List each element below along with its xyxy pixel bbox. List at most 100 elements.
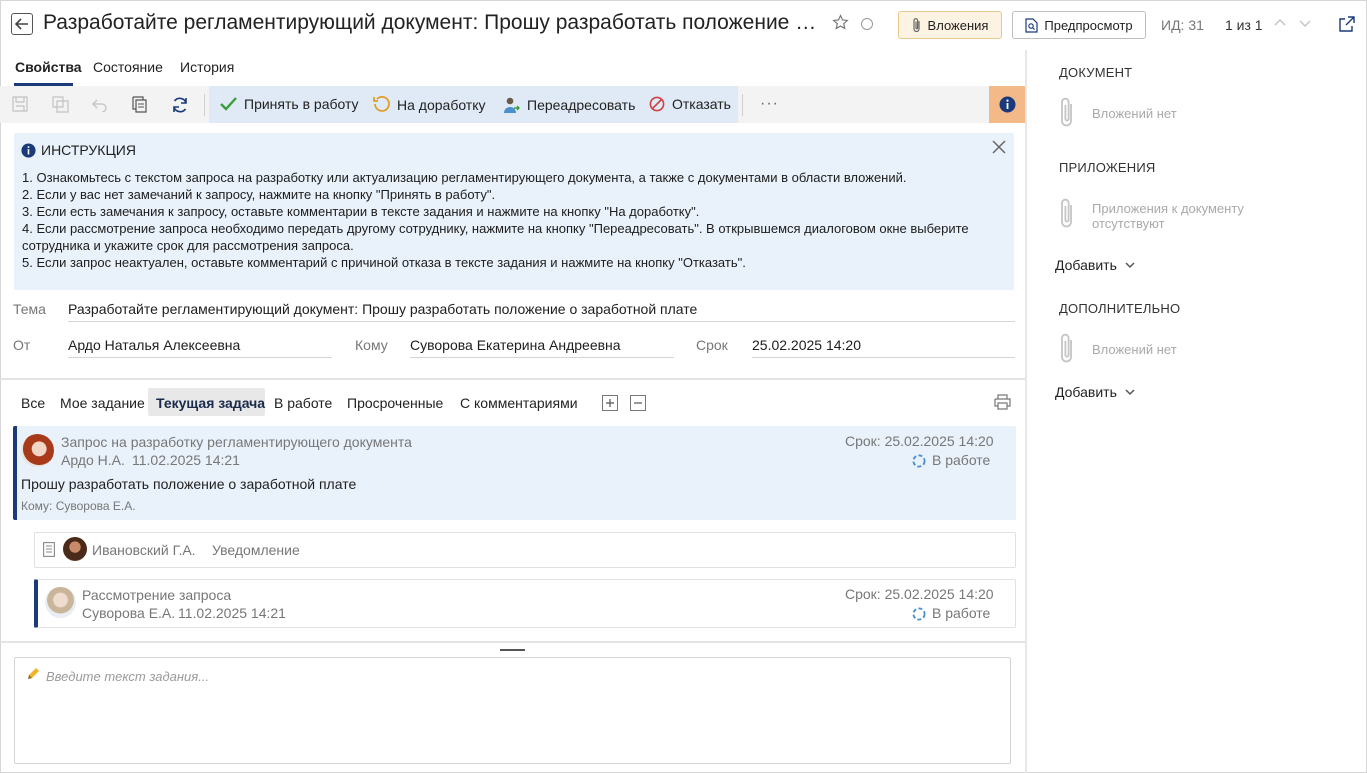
instruction-line: 2. Если у вас нет замечаний к запросу, н… [22,187,496,202]
add-attachment-button[interactable]: Добавить [1055,257,1135,273]
section-divider [0,378,1025,380]
copy-icon[interactable] [132,96,148,113]
instruction-title: ИНСТРУКЦИЯ [41,142,136,158]
document-icon [43,542,55,557]
from-label: От [13,337,31,353]
instruction-line: 1. Ознакомьтесь с текстом запроса на раз… [22,170,907,185]
deadline-label: Срок [696,337,728,353]
task-status: В работе [932,452,991,468]
from-field[interactable]: Ардо Наталья Алексеевна [68,337,332,358]
paperclip-icon [1061,198,1072,228]
tab-state[interactable]: Состояние [93,59,163,75]
instruction-panel: ИНСТРУКЦИЯ 1. Ознакомьтесь с текстом зап… [14,133,1014,290]
info-icon [999,96,1015,113]
tab-properties[interactable]: Свойства [15,59,82,75]
save-icon[interactable] [12,96,28,112]
attachments-empty-text: Приложения к документу отсутствуют [1092,201,1244,231]
task-text: Прошу разработать положение о заработной… [21,476,357,492]
chevron-down-icon[interactable] [1299,17,1311,29]
preview-button[interactable]: Предпросмотр [1012,11,1146,39]
chevron-down-icon [1125,261,1135,268]
filter-in-progress[interactable]: В работе [274,395,332,411]
document-section-title: ДОКУМЕНТ [1059,65,1133,80]
in-progress-icon [912,607,926,621]
deadline-field[interactable]: 25.02.2025 14:20 [752,337,1015,358]
instruction-body: 1. Ознакомьтесь с текстом запроса на раз… [22,169,982,271]
task-text-placeholder: Введите текст задания... [46,669,210,684]
document-empty-text: Вложений нет [1092,106,1177,121]
filter-overdue[interactable]: Просроченные [347,395,443,411]
reject-button[interactable]: Отказать [649,96,731,112]
attachments-label: Вложения [927,17,989,33]
avatar [21,434,54,467]
close-icon[interactable] [992,140,1006,154]
chevron-down-icon [1125,388,1135,395]
reject-label: Отказать [672,96,731,112]
review-title: Рассмотрение запроса [82,587,232,603]
print-icon[interactable] [994,394,1011,410]
star-icon[interactable] [832,14,849,31]
filter-current-task[interactable]: Текущая задача [156,395,265,411]
in-progress-icon [912,454,926,468]
subject-label: Тема [13,301,46,317]
avatar [45,587,76,618]
paperclip-icon [1061,97,1072,127]
task-date: 11.02.2025 14:21 [132,452,240,468]
instruction-header: ИНСТРУКЦИЯ [21,142,136,158]
accept-label: Принять в работу [244,96,359,112]
to-field[interactable]: Суворова Екатерина Андреевна [410,337,674,358]
info-icon [21,142,36,158]
expand-all-icon[interactable] [602,395,618,411]
action-group: Принять в работу На доработку Переадресо… [209,86,738,123]
refresh-icon[interactable] [171,96,189,114]
undo-icon[interactable] [92,96,108,112]
collapse-all-icon[interactable] [630,395,646,411]
user-redirect-icon [504,97,520,113]
add-extra-button[interactable]: Добавить [1055,384,1135,400]
attachments-button[interactable]: Вложения [898,11,1002,39]
task-title: Запрос на разработку регламентирующего д… [61,434,412,450]
rework-button[interactable]: На доработку [373,96,486,113]
header: Разработайте регламентирующий документ: … [0,0,1367,50]
tab-history[interactable]: История [180,59,234,75]
rework-label: На доработку [397,96,486,113]
pager: 1 из 1 [1225,17,1263,33]
task-deadline: Срок: 25.02.2025 14:20 [845,433,994,449]
paperclip-icon [912,18,920,33]
extra-section-title: ДОПОЛНИТЕЛЬНО [1059,301,1181,316]
subject-field[interactable]: Разработайте регламентирующий документ: … [68,301,1015,322]
save-all-icon[interactable] [52,96,69,113]
preview-label: Предпросмотр [1044,17,1133,33]
more-actions-button[interactable]: ··· [760,95,779,113]
accept-button[interactable]: Принять в работу [220,96,359,112]
section-divider [0,641,1025,643]
add-label: Добавить [1055,384,1117,400]
filter-with-comments[interactable]: С комментариями [460,395,578,411]
attachments-section-title: ПРИЛОЖЕНИЯ [1059,160,1156,175]
toolbar-separator [742,94,743,116]
task-author: Ардо Н.А. [61,452,125,468]
document-preview-icon [1025,17,1039,33]
filter-all[interactable]: Все [21,395,45,411]
task-recipient: Кому: Суворова Е.А. [21,499,136,513]
open-external-icon[interactable] [1339,16,1355,32]
back-button[interactable] [11,13,33,35]
info-button[interactable] [989,86,1025,123]
paperclip-icon [1061,333,1072,363]
add-label: Добавить [1055,257,1117,273]
status-circle-icon[interactable] [861,18,873,30]
notification-author: Ивановский Г.А. [92,542,196,558]
arrow-left-icon [15,18,28,30]
page-title: Разработайте регламентирующий документ: … [43,11,819,34]
resize-handle[interactable] [500,649,525,651]
task-text-input[interactable]: Введите текст задания... [14,657,1011,764]
toolbar: Принять в работу На доработку Переадресо… [0,86,1025,123]
to-label: Кому [355,337,388,353]
review-deadline: Срок: 25.02.2025 14:20 [845,586,994,602]
chevron-up-icon[interactable] [1274,17,1286,29]
instruction-line: 3. Если есть замечания к запросу, оставь… [22,204,700,219]
pencil-icon [28,668,39,679]
redirect-button[interactable]: Переадресовать [502,96,635,114]
panel-splitter[interactable] [1025,50,1027,773]
filter-my-task[interactable]: Мое задание [60,395,145,411]
